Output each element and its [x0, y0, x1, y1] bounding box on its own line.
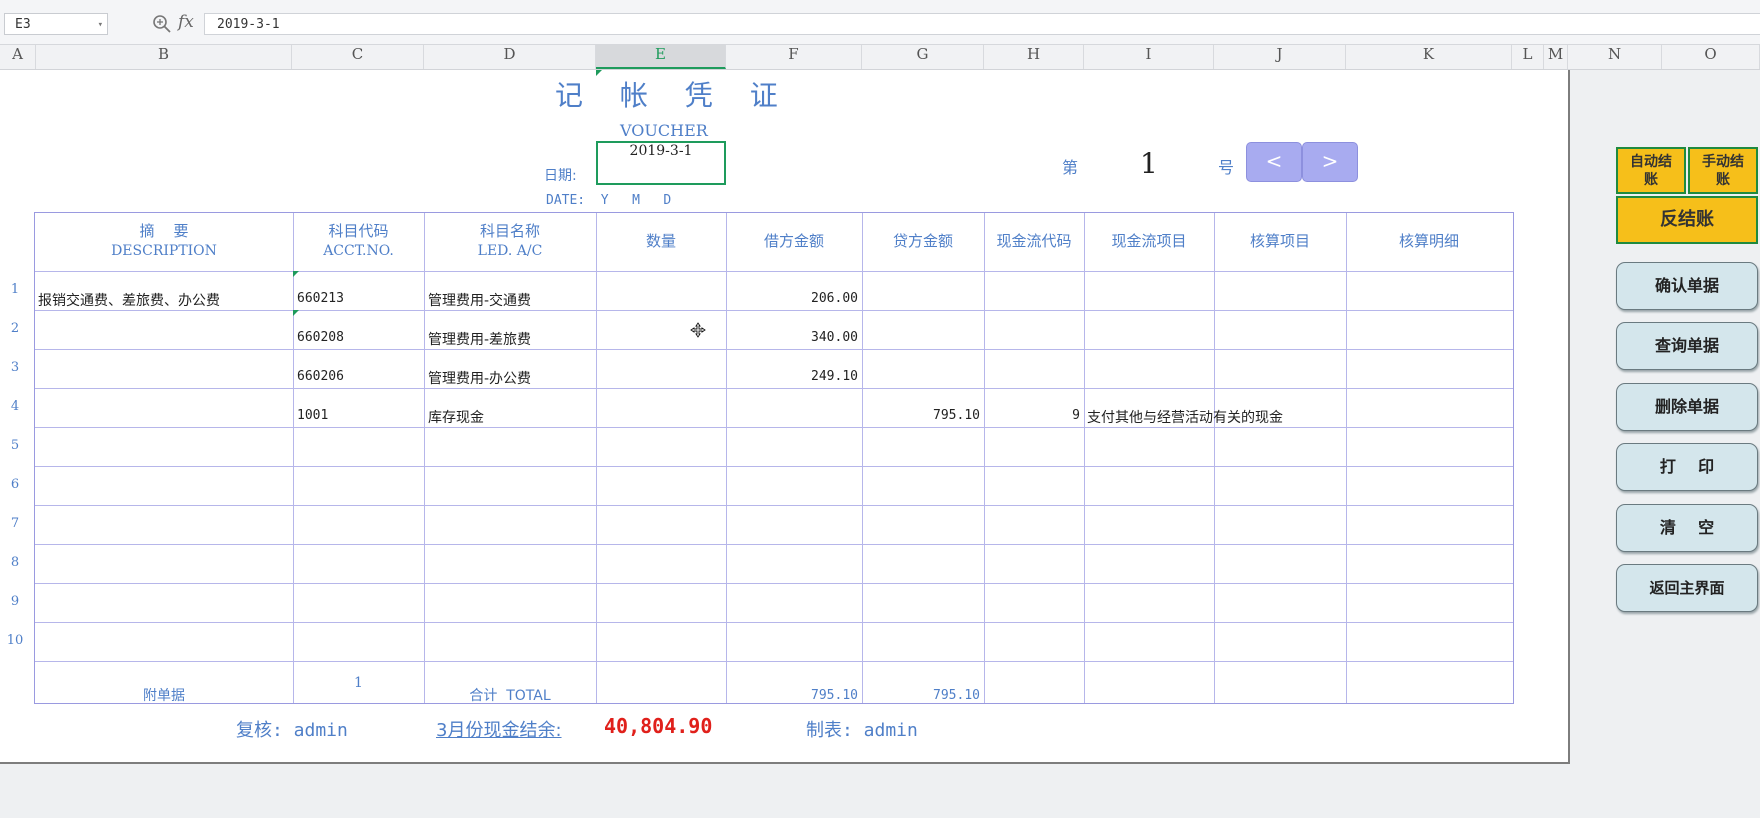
col-header-m[interactable]: M: [1544, 45, 1568, 69]
zoom-icon[interactable]: [152, 14, 172, 34]
row4-cashflow-code[interactable]: 9: [984, 408, 1080, 423]
auto-close-button[interactable]: 自动结账: [1616, 147, 1686, 194]
total-credit: 795.10: [933, 688, 980, 703]
manual-close-button[interactable]: 手动结账: [1688, 147, 1758, 194]
row-number[interactable]: 9: [0, 594, 30, 609]
col-header-g[interactable]: G: [862, 45, 984, 69]
date-en-label: DATE: Y M D: [546, 193, 672, 208]
row4-acct-name[interactable]: 库存现金: [428, 407, 484, 427]
voucher-no-suffix: 号: [1218, 158, 1235, 177]
delete-voucher-button[interactable]: 删除单据: [1616, 383, 1758, 431]
header-acct-no: 科目代码 ACCT.NO.: [323, 222, 394, 259]
voucher-table: 摘 要 DESCRIPTION 科目代码 ACCT.NO. 科目名称 LED. A/C…: [34, 212, 1514, 704]
row4-acct-code[interactable]: 1001: [297, 408, 328, 423]
row2-debit[interactable]: 340.00: [726, 330, 858, 345]
move-cursor-icon: [690, 322, 706, 338]
comment-marker: [596, 70, 602, 76]
row-number[interactable]: 6: [0, 477, 30, 492]
name-box[interactable]: E3 ▾: [4, 13, 108, 35]
header-cashflow-item: 现金流项目: [1111, 232, 1187, 250]
header-credit: 贷方金额: [892, 232, 953, 250]
row-number[interactable]: 4: [0, 399, 30, 414]
formula-input[interactable]: 2019-3-1: [204, 13, 1760, 35]
attach-label: 附单据: [143, 688, 185, 704]
col-header-k[interactable]: K: [1346, 45, 1512, 69]
row-number[interactable]: 1: [0, 282, 30, 297]
total-debit: 795.10: [811, 688, 858, 703]
row2-acct-code[interactable]: 660208: [297, 330, 344, 345]
col-header-c[interactable]: C: [292, 45, 424, 69]
column-header-bar: A B C D E F G H I J K L M N O: [0, 45, 1760, 70]
row-number[interactable]: 10: [0, 633, 30, 648]
clear-button[interactable]: 清 空: [1616, 504, 1758, 552]
next-voucher-button[interactable]: >: [1302, 142, 1358, 182]
header-description: 摘 要 DESCRIPTION: [111, 222, 217, 259]
fx-icon[interactable]: fx: [178, 12, 194, 32]
row1-description[interactable]: 报销交通费、差旅费、办公费: [38, 290, 220, 310]
col-header-d[interactable]: D: [424, 45, 596, 69]
col-header-f[interactable]: F: [726, 45, 862, 69]
date-cell[interactable]: 2019-3-1: [596, 141, 726, 185]
header-ledger: 科目名称 LED. A/C: [477, 222, 543, 259]
col-header-o[interactable]: O: [1662, 45, 1760, 69]
row-number[interactable]: 5: [0, 438, 30, 453]
row4-cashflow-item[interactable]: 支付其他与经营活动有关的现金: [1087, 407, 1283, 427]
reviewer: 复核: admin: [236, 720, 348, 741]
row1-debit[interactable]: 206.00: [726, 291, 858, 306]
header-debit: 借方金额: [763, 232, 824, 250]
row1-acct-name[interactable]: 管理费用-交通费: [428, 290, 531, 310]
prev-voucher-button[interactable]: <: [1246, 142, 1302, 182]
attach-count[interactable]: 1: [293, 675, 424, 691]
voucher-no-prefix: 第: [1062, 158, 1079, 177]
row-number[interactable]: 7: [0, 516, 30, 531]
return-home-button[interactable]: 返回主界面: [1616, 564, 1758, 612]
row3-acct-name[interactable]: 管理费用-办公费: [428, 368, 531, 388]
col-header-j[interactable]: J: [1214, 45, 1346, 69]
col-header-a[interactable]: A: [0, 45, 36, 69]
cash-balance-link[interactable]: 3月份现金结余:: [436, 716, 562, 742]
name-box-value: E3: [15, 17, 31, 32]
maker: 制表: admin: [806, 720, 918, 741]
row3-acct-code[interactable]: 660206: [297, 369, 344, 384]
date-label: 日期:: [544, 168, 577, 184]
header-cashflow-code: 现金流代码: [996, 232, 1072, 250]
col-header-h[interactable]: H: [984, 45, 1084, 69]
cash-balance-value: 40,804.90: [604, 714, 713, 738]
row-number[interactable]: 2: [0, 321, 30, 336]
voucher-no-value: 1: [1140, 147, 1158, 180]
row1-acct-code[interactable]: 660213: [297, 291, 344, 306]
confirm-voucher-button[interactable]: 确认单据: [1616, 262, 1758, 310]
voucher-title-en: VOUCHER: [620, 121, 708, 140]
total-label: 合计 TOTAL: [469, 688, 551, 704]
row-number[interactable]: 8: [0, 555, 30, 570]
query-voucher-button[interactable]: 查询单据: [1616, 322, 1758, 370]
col-header-n[interactable]: N: [1568, 45, 1662, 69]
header-calc-detail: 核算明细: [1398, 232, 1459, 250]
col-header-e[interactable]: E: [596, 45, 726, 69]
col-header-l[interactable]: L: [1512, 45, 1544, 69]
formula-bar: E3 ▾ fx 2019-3-1: [0, 0, 1760, 45]
print-button[interactable]: 打 印: [1616, 443, 1758, 491]
row4-credit[interactable]: 795.10: [862, 408, 980, 423]
chevron-down-icon[interactable]: ▾: [98, 14, 103, 36]
col-header-b[interactable]: B: [36, 45, 292, 69]
row2-acct-name[interactable]: 管理费用-差旅费: [428, 329, 531, 349]
header-quantity: 数量: [645, 232, 676, 250]
reverse-close-button[interactable]: 反结账: [1616, 196, 1758, 244]
row3-debit[interactable]: 249.10: [726, 369, 858, 384]
col-header-i[interactable]: I: [1084, 45, 1214, 69]
header-calc-item: 核算项目: [1249, 232, 1310, 250]
voucher-title: 记 帐 凭 证: [555, 79, 792, 112]
row-number[interactable]: 3: [0, 360, 30, 375]
